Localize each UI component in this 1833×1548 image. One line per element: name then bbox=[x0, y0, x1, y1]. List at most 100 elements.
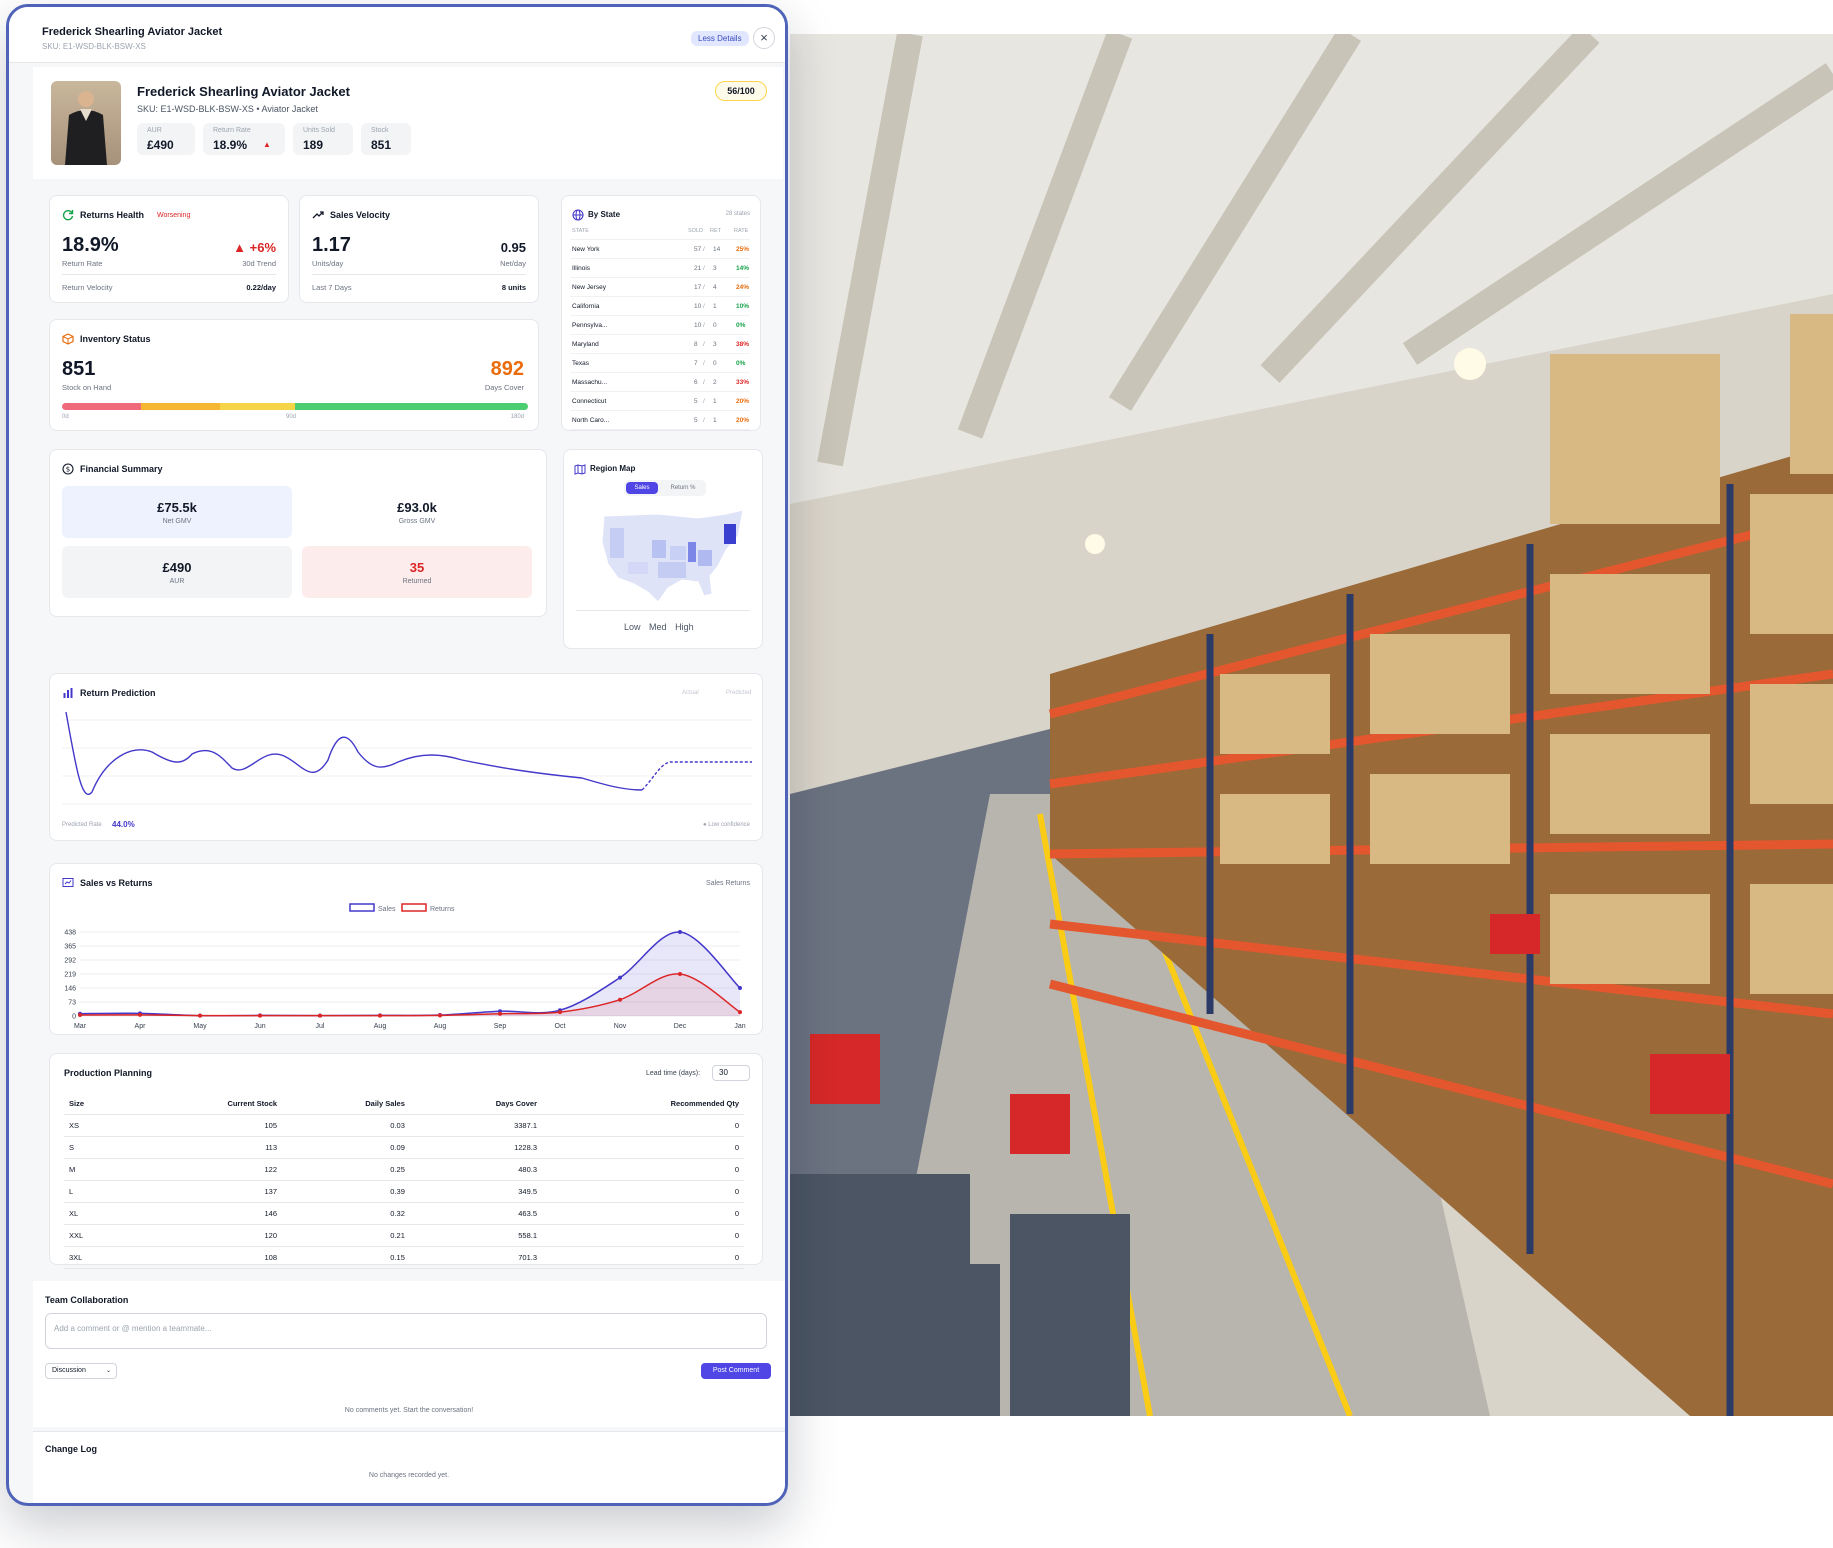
stock-on-hand-label: Stock on Hand bbox=[62, 383, 112, 392]
metric-label: Units Sold bbox=[303, 127, 335, 134]
x-tick-label: Mar bbox=[74, 1023, 87, 1030]
product-image bbox=[51, 81, 121, 165]
state-row: Connecticut 5 / 1 20% bbox=[570, 392, 750, 411]
y-tick-label: 219 bbox=[64, 972, 76, 979]
comment-type-select[interactable]: Discussion ⌄ bbox=[45, 1363, 117, 1379]
close-button[interactable]: × bbox=[753, 27, 775, 49]
days-cover-label: Days Cover bbox=[484, 383, 524, 392]
comment-input[interactable]: Add a comment or @ mention a teammate... bbox=[45, 1313, 767, 1349]
table-cell: 701.3 bbox=[409, 1246, 543, 1269]
gross-gmv-value: £93.0k bbox=[397, 500, 437, 515]
tab-sales[interactable]: Sales bbox=[626, 482, 658, 494]
returned-value: 35 bbox=[409, 560, 425, 575]
table-cell: 137 bbox=[128, 1180, 283, 1203]
table-cell: 0 bbox=[542, 1180, 744, 1203]
table-row: L 137 0.39 349.5 0 bbox=[64, 1180, 744, 1203]
state-sold: 5 bbox=[694, 417, 698, 424]
x-tick-label: Aug bbox=[434, 1023, 447, 1030]
lead-time-label: Lead time (days): bbox=[646, 1070, 701, 1077]
bar-tick: 180d bbox=[510, 414, 524, 420]
financial-summary-card: $ Financial Summary £75.5k Net GMV £93.0… bbox=[49, 449, 547, 617]
table-cell: L bbox=[64, 1180, 129, 1203]
team-collaboration-section: Team Collaboration Add a comment or @ me… bbox=[33, 1281, 785, 1427]
legend-actual: Actual bbox=[682, 690, 699, 696]
separator: / bbox=[703, 322, 705, 329]
net-per-day-value: 0.95 bbox=[500, 240, 526, 255]
table-cell: 120 bbox=[128, 1224, 283, 1247]
state-row: Pennsylva... 10/ 0 0% bbox=[570, 316, 750, 335]
x-tick-label: Jun bbox=[254, 1023, 265, 1030]
state-returns: 0 bbox=[713, 360, 717, 367]
y-tick-label: 292 bbox=[64, 958, 76, 965]
table-cell: 0 bbox=[542, 1158, 744, 1181]
table-cell: 0 bbox=[542, 1224, 744, 1247]
no-comments-text: No comments yet. Start the conversation! bbox=[344, 1407, 474, 1414]
table-cell: 558.1 bbox=[409, 1224, 543, 1247]
table-cell: 0 bbox=[542, 1202, 744, 1225]
table-cell: 0.09 bbox=[282, 1136, 410, 1159]
table-cell: 0.32 bbox=[282, 1202, 410, 1225]
table-cell: 108 bbox=[128, 1246, 283, 1269]
production-table: Size Current Stock Daily Sales Days Cove… bbox=[64, 1093, 744, 1269]
state-row: Texas 7 / 0 0% bbox=[570, 354, 750, 373]
less-details-button[interactable]: Less Details bbox=[691, 31, 749, 46]
table-cell: 0 bbox=[542, 1246, 744, 1269]
y-tick-label: 146 bbox=[64, 986, 76, 993]
separator: / bbox=[703, 246, 705, 253]
table-row: S 113 0.09 1228.3 0 bbox=[64, 1136, 744, 1159]
predicted-rate-value: 44.0% bbox=[112, 820, 135, 829]
aur-label: AUR bbox=[169, 578, 185, 585]
state-row: California 10/ 1 10% bbox=[570, 297, 750, 316]
state-returns: 4 bbox=[713, 284, 717, 291]
x-tick-label: May bbox=[193, 1023, 207, 1030]
returned-tile: 35 Returned bbox=[302, 546, 532, 598]
score-badge: 56/100 bbox=[715, 81, 767, 101]
state-row: Massachu... 6 / 2 33% bbox=[570, 373, 750, 392]
gross-gmv-tile: £93.0k Gross GMV bbox=[302, 486, 532, 538]
table-cell: XL bbox=[64, 1202, 129, 1225]
svg-text:$: $ bbox=[66, 465, 70, 473]
bar-tick: 90d bbox=[286, 414, 297, 420]
aur-tile: £490 AUR bbox=[62, 546, 292, 598]
data-point bbox=[558, 1010, 562, 1015]
metric-aur: AUR £490 bbox=[137, 123, 195, 155]
separator: / bbox=[703, 379, 705, 386]
y-tick-label: 438 bbox=[64, 930, 76, 937]
metric-value: £490 bbox=[147, 138, 174, 152]
table-row: XL 146 0.32 463.5 0 bbox=[64, 1202, 744, 1225]
x-tick-label: Aug bbox=[374, 1023, 387, 1030]
state-name: Pennsylva... bbox=[572, 322, 608, 329]
lead-time-input[interactable]: 30 bbox=[712, 1065, 750, 1081]
panel-sku: SKU: E1-WSD-BLK-BSW-XS bbox=[42, 42, 146, 51]
metric-value: 189 bbox=[303, 138, 324, 152]
table-cell: 480.3 bbox=[409, 1158, 543, 1181]
aur-value: £490 bbox=[162, 560, 192, 575]
y-tick-label: 73 bbox=[68, 1000, 76, 1007]
x-tick-label: Sep bbox=[494, 1023, 507, 1030]
table-cell: 146 bbox=[128, 1202, 283, 1225]
tab-return-percent[interactable]: Return % bbox=[662, 482, 704, 494]
bar-chart-icon bbox=[63, 688, 73, 698]
x-tick-label: Oct bbox=[555, 1023, 566, 1030]
post-comment-button[interactable]: Post Comment bbox=[701, 1363, 771, 1379]
stock-on-hand-value: 851 bbox=[62, 358, 96, 380]
data-point bbox=[138, 1012, 142, 1017]
state-row: North Caro... 5 / 1 20% bbox=[570, 411, 750, 430]
state-name: California bbox=[572, 303, 600, 310]
metric-value: 851 bbox=[371, 138, 392, 152]
legend-predicted: Predicted bbox=[726, 690, 752, 696]
table-cell: 113 bbox=[128, 1136, 283, 1159]
product-detail-panel: Frederick Shearling Aviator Jacket SKU: … bbox=[6, 4, 788, 1506]
metric-label: AUR bbox=[147, 127, 162, 134]
state-sold: 10 bbox=[694, 322, 702, 329]
legend-swatch bbox=[349, 903, 375, 912]
legend-label: Returns bbox=[430, 906, 455, 913]
state-row: Illinois 21/ 3 14% bbox=[570, 259, 750, 278]
refresh-icon bbox=[62, 210, 74, 221]
table-cell: 0.03 bbox=[282, 1114, 410, 1137]
state-rate: 0% bbox=[736, 360, 746, 367]
data-point bbox=[258, 1013, 262, 1018]
state-name: Illinois bbox=[572, 265, 591, 272]
legend-label: Sales bbox=[378, 906, 396, 913]
days-cover-bar bbox=[62, 403, 528, 410]
